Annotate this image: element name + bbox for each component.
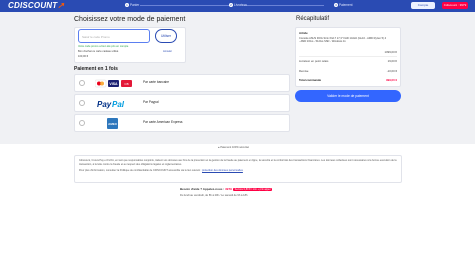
privacy-link[interactable]: protection des données personnelles <box>202 169 243 172</box>
legal-text: Pour plus d'information, consultez la Po… <box>79 169 243 172</box>
card-logos-icon: VISA CB <box>95 79 132 88</box>
hotline-price-badge: Service 0,80 € / min + prix appel <box>232 188 273 191</box>
opening-hours: Du lundi au vendredi, de 8h à 20h / Le s… <box>180 194 248 197</box>
payment-option-label: Par Paypal <box>143 100 159 104</box>
step-delivery: 2 Livraison <box>229 3 247 8</box>
legal-text: Cdiscount, Cnova Pay et FLOA, en tant qu… <box>79 159 397 166</box>
step-payment: 3 Paiement <box>334 3 353 8</box>
step-connector <box>244 5 324 6</box>
step-cart: 1 Panier <box>125 3 140 8</box>
amex-logo-icon: AMEX <box>107 118 118 129</box>
payment-option-amex[interactable]: AMEX Par carte American Express <box>74 114 290 132</box>
section-title: Paiement en 1 fois <box>74 66 118 72</box>
radio-amex[interactable] <box>79 120 85 126</box>
paypal-logo-icon: Pay Pal <box>97 100 125 109</box>
validate-payment-button[interactable]: Valider le mode de paiement <box>295 90 401 102</box>
account-button[interactable]: Compte <box>411 2 435 9</box>
radio-paypal[interactable] <box>79 100 85 106</box>
help-line: Besoin d'aide ? Appelez-nous : 3979 Serv… <box>180 187 273 191</box>
svg-text:VISA: VISA <box>109 82 118 86</box>
summary-title: Récapitulatif <box>296 16 330 22</box>
hotline-badge[interactable]: Cdiscount : 3979 <box>442 2 468 9</box>
svg-text:AMEX: AMEX <box>108 122 117 126</box>
promo-code-input[interactable]: Saisir le code Promo <box>78 29 150 43</box>
payment-option-card[interactable]: VISA CB Par carte bancaire <box>74 74 290 92</box>
order-summary: Article Console ASUS ROG Strix XG17 17,3… <box>295 27 401 87</box>
svg-text:CB: CB <box>124 82 128 86</box>
discount-row: Remise -10,00 € <box>299 69 397 73</box>
svg-text:Pal: Pal <box>112 100 125 109</box>
page-title: Choisissez votre mode de paiement <box>74 16 186 23</box>
legal-notice: Cdiscount, Cnova Pay et FLOA, en tant qu… <box>74 155 402 183</box>
payment-option-paypal[interactable]: Pay Pal Par Paypal <box>74 94 290 112</box>
apply-promo-button[interactable]: Utiliser <box>155 29 177 43</box>
cdiscount-logo[interactable]: CDISCOUNT↗ <box>8 1 64 10</box>
top-header: CDISCOUNT↗ 1 Panier 2 Livraison 3 Paiement … <box>0 0 475 12</box>
secure-payment-notice: ● Paiement 100% sécurisé <box>218 146 250 149</box>
article-header: Article <box>299 31 308 35</box>
voucher-label: Bon d'achat ou carte cadeau utilisé <box>78 50 119 53</box>
payment-option-label: Par carte American Express <box>143 120 183 124</box>
hotline-number[interactable]: 3979 <box>225 187 232 191</box>
voucher-amount: 100,00 € <box>78 55 89 58</box>
payment-option-label: Par carte bancaire <box>143 80 170 84</box>
svg-text:Pay: Pay <box>97 100 112 109</box>
shipping-row: Livraison en point relais 19,00 € <box>299 59 397 63</box>
divider <box>299 56 397 57</box>
radio-card[interactable] <box>79 80 85 86</box>
total-row: Total commande 999,00 € <box>299 78 397 82</box>
step-connector <box>140 5 230 6</box>
product-name: Console ASUS ROG Strix XG17 17,3" FHD 14… <box>299 37 387 44</box>
promo-success-message: Votre code promo a bien été pris en comp… <box>78 45 129 48</box>
voucher-cancel-link[interactable]: Annuler <box>163 50 172 53</box>
